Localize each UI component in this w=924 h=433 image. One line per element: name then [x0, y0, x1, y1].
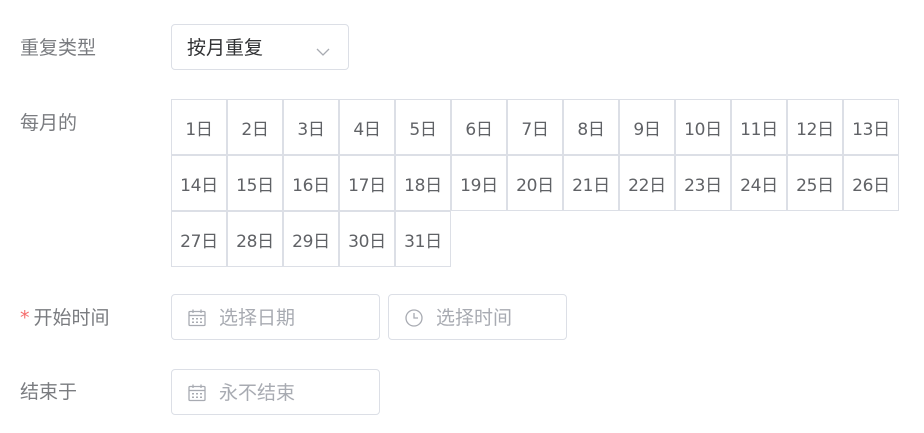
- repeat-type-label: 重复类型: [20, 37, 97, 59]
- repeat-type-select[interactable]: 按月重复: [171, 24, 349, 70]
- calendar-icon: [187, 383, 207, 403]
- chevron-down-icon: [316, 42, 330, 61]
- day-option[interactable]: 10日: [675, 99, 731, 155]
- day-option[interactable]: 24日: [731, 155, 787, 211]
- day-option[interactable]: 17日: [339, 155, 395, 211]
- day-option[interactable]: 3日: [283, 99, 339, 155]
- day-option[interactable]: 8日: [563, 99, 619, 155]
- day-option[interactable]: 23日: [675, 155, 731, 211]
- day-option[interactable]: 31日: [395, 211, 451, 267]
- day-option[interactable]: 21日: [563, 155, 619, 211]
- day-option[interactable]: 27日: [171, 211, 227, 267]
- day-option[interactable]: 12日: [787, 99, 843, 155]
- day-option[interactable]: 14日: [171, 155, 227, 211]
- start-time-label: * 开始时间: [20, 306, 110, 330]
- day-option[interactable]: 22日: [619, 155, 675, 211]
- day-option[interactable]: 1日: [171, 99, 227, 155]
- day-option[interactable]: 4日: [339, 99, 395, 155]
- day-option[interactable]: 25日: [787, 155, 843, 211]
- day-option[interactable]: 26日: [843, 155, 899, 211]
- monthly-days-label: 每月的: [20, 112, 78, 134]
- day-option[interactable]: 29日: [283, 211, 339, 267]
- day-option[interactable]: 15日: [227, 155, 283, 211]
- day-option[interactable]: 6日: [451, 99, 507, 155]
- end-date-placeholder: 永不结束: [219, 382, 296, 404]
- start-time-placeholder: 选择时间: [436, 307, 513, 329]
- day-option[interactable]: 18日: [395, 155, 451, 211]
- start-date-placeholder: 选择日期: [219, 307, 296, 329]
- end-date-picker[interactable]: 永不结束: [171, 369, 380, 415]
- day-option[interactable]: 16日: [283, 155, 339, 211]
- start-time-label-text: 开始时间: [33, 307, 110, 329]
- day-option[interactable]: 20日: [507, 155, 563, 211]
- end-label: 结束于: [20, 381, 78, 403]
- start-date-picker[interactable]: 选择日期: [171, 294, 380, 340]
- calendar-icon: [187, 308, 207, 328]
- start-time-picker[interactable]: 选择时间: [388, 294, 567, 340]
- day-option[interactable]: 7日: [507, 99, 563, 155]
- day-option[interactable]: 11日: [731, 99, 787, 155]
- required-mark: *: [20, 307, 30, 329]
- day-option[interactable]: 9日: [619, 99, 675, 155]
- day-of-month-grid: 1日 2日 3日 4日 5日 6日 7日 8日 9日 10日 11日 12日 13日 14日 15日 16日 1…: [171, 99, 899, 267]
- day-option[interactable]: 13日: [843, 99, 899, 155]
- day-option[interactable]: 30日: [339, 211, 395, 267]
- day-option[interactable]: 2日: [227, 99, 283, 155]
- day-option[interactable]: 5日: [395, 99, 451, 155]
- repeat-type-value: 按月重复: [187, 37, 264, 59]
- day-option[interactable]: 19日: [451, 155, 507, 211]
- clock-icon: [404, 308, 424, 328]
- day-option[interactable]: 28日: [227, 211, 283, 267]
